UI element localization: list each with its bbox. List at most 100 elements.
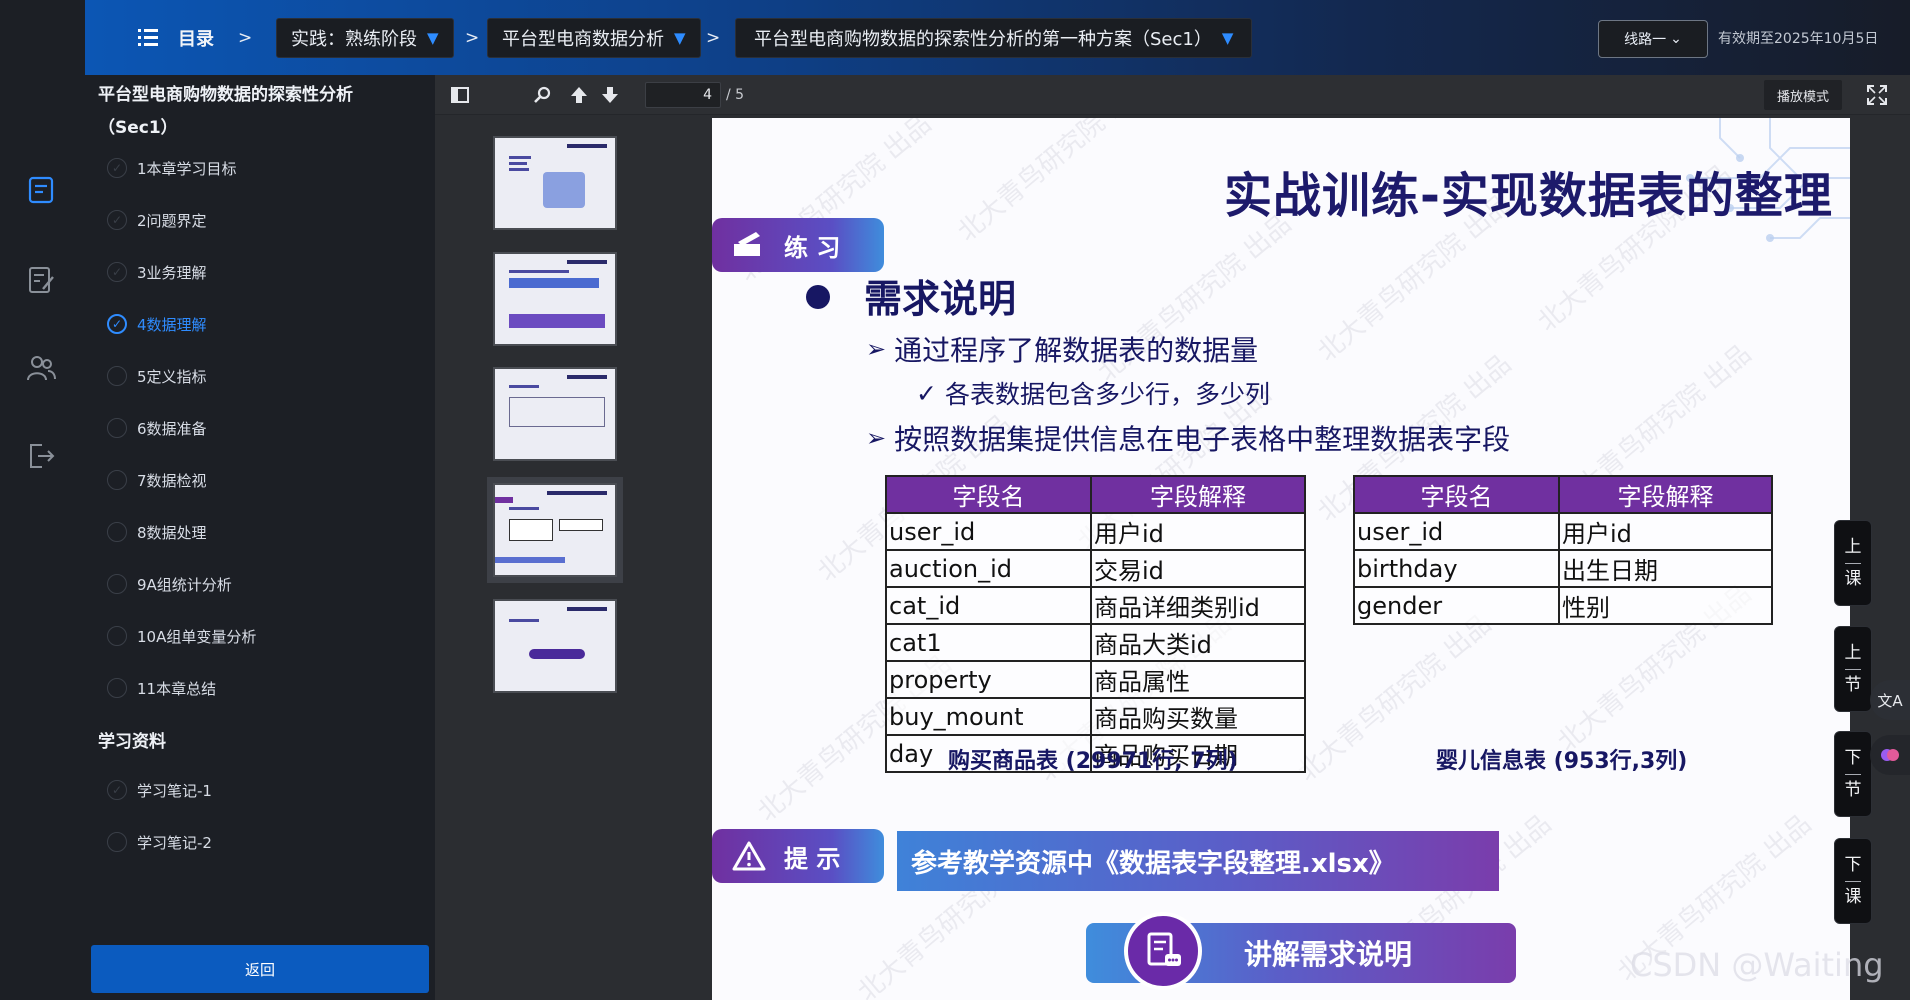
edit-note-icon[interactable] xyxy=(26,265,56,295)
page-number-input[interactable] xyxy=(645,82,721,108)
check-circle-icon: ✓ xyxy=(107,262,127,282)
requirement-title: 需求说明 xyxy=(864,277,1017,321)
page-thumbnail[interactable] xyxy=(493,136,617,230)
chapter-label: 10A组单变量分析 xyxy=(137,627,257,646)
table-cell: 用户id xyxy=(1090,512,1306,551)
pdf-viewer: / 5 播放模式 xyxy=(435,75,1910,1000)
table-row: user_id 用户id xyxy=(885,512,1306,551)
chapter-item[interactable]: ✓ 2问题界定 xyxy=(107,205,207,235)
menu-list-icon[interactable] xyxy=(138,29,158,47)
hint-text: 参考教学资源中《数据表字段整理.xlsx》 xyxy=(897,831,1499,891)
bullet-dot xyxy=(806,285,830,309)
chapter-item[interactable]: 8数据处理 xyxy=(107,517,207,547)
table-header: 字段解释 xyxy=(1558,475,1773,514)
page-thumbnail-current[interactable] xyxy=(487,477,623,583)
document-icon[interactable] xyxy=(26,175,56,205)
check-circle-icon: ✓ xyxy=(107,314,127,334)
table-cell: user_id xyxy=(1353,512,1560,551)
chapter-label: 9A组统计分析 xyxy=(137,575,232,594)
pdf-toolbar: / 5 播放模式 xyxy=(435,75,1910,115)
chapter-item[interactable]: 7数据检视 xyxy=(107,465,207,495)
ai-brain-icon[interactable] xyxy=(1870,735,1910,775)
table-header: 字段名 xyxy=(885,475,1092,514)
chapter-item[interactable]: ✓ 1本章学习目标 xyxy=(107,153,237,183)
table-header: 字段名 xyxy=(1353,475,1560,514)
checkmark-icon: ✓ xyxy=(916,378,937,408)
circle-icon xyxy=(107,418,127,438)
caret-down-icon: ▼ xyxy=(1221,29,1234,47)
table-row: property 商品属性 xyxy=(885,660,1306,699)
breadcrumb-course-dropdown[interactable]: 平台型电商数据分析 ▼ xyxy=(487,18,701,58)
page-thumbnail[interactable] xyxy=(493,252,617,346)
chapter-sidebar: 平台型电商购物数据的探索性分析（Sec1） ✓ 1本章学习目标 ✓ 2问题界定 ✓ 3… xyxy=(85,75,435,1000)
requirement-point: ➢ 按照数据集提供信息在电子表格中整理数据表字段 xyxy=(866,423,1511,456)
arrow-down-icon[interactable] xyxy=(598,83,622,107)
circle-icon xyxy=(107,366,127,386)
chat-document-icon[interactable] xyxy=(1124,912,1202,990)
table-cell: 性别 xyxy=(1558,586,1773,625)
breadcrumb-stage-dropdown[interactable]: 实践：熟练阶段 ▼ xyxy=(276,18,454,58)
chapter-item[interactable]: 5定义指标 xyxy=(107,361,207,391)
breadcrumb-label: 平台型电商购物数据的探索性分析的第一种方案（Sec1） xyxy=(754,29,1212,50)
table-cell: property xyxy=(885,660,1092,699)
route-label: 线路一 xyxy=(1624,32,1667,48)
requirement-subpoint: ✓ 各表数据包含多少行，多少列 xyxy=(916,378,1270,410)
table-row: auction_id 交易id xyxy=(885,549,1306,588)
chapter-item-active[interactable]: ✓ 4数据理解 xyxy=(107,309,207,339)
thumbnail-pane xyxy=(435,115,685,1000)
table-cell: 出生日期 xyxy=(1558,549,1773,588)
page-thumbnail[interactable] xyxy=(493,367,617,461)
chapter-item[interactable]: 9A组统计分析 xyxy=(107,569,232,599)
next-section-button[interactable]: 下节 xyxy=(1834,731,1872,817)
material-item[interactable]: ✓ 学习笔记-1 xyxy=(107,775,212,805)
circle-icon xyxy=(107,832,127,852)
chapter-label: 4数据理解 xyxy=(137,315,207,334)
table-row: cat1 商品大类id xyxy=(885,623,1306,662)
fullscreen-icon[interactable] xyxy=(1865,83,1889,107)
chapter-item[interactable]: 10A组单变量分析 xyxy=(107,621,256,651)
breadcrumb-lesson-dropdown[interactable]: 平台型电商购物数据的探索性分析的第一种方案（Sec1） ▼ xyxy=(735,18,1253,58)
table-cell: 商品大类id xyxy=(1090,623,1306,662)
exit-door-icon[interactable] xyxy=(26,441,56,471)
page-thumbnail[interactable] xyxy=(493,599,617,693)
warning-icon xyxy=(732,841,766,871)
menu-label[interactable]: 目录 xyxy=(178,18,214,58)
table-cell: 交易id xyxy=(1090,549,1306,588)
watermark-text: 北大青鸟研究院 出品 xyxy=(952,118,1158,248)
table-row: buy_mount 商品购买数量 xyxy=(885,697,1306,736)
purchase-fields-table: 字段名 字段解释 user_id 用户id auction_id 交易id cat_… xyxy=(885,475,1306,773)
people-icon[interactable] xyxy=(26,353,56,383)
chapter-item[interactable]: 11本章总结 xyxy=(107,673,216,703)
chevron-down-icon: ⌄ xyxy=(1670,31,1682,47)
material-item[interactable]: 学习笔记-2 xyxy=(107,827,212,857)
left-icon-rail xyxy=(0,75,85,1000)
chapter-label: 6数据准备 xyxy=(137,419,207,438)
play-mode-button[interactable]: 播放模式 xyxy=(1764,80,1842,110)
chapter-item[interactable]: 6数据准备 xyxy=(107,413,207,443)
baby-info-fields-table: 字段名 字段解释 user_id 用户id birthday 出生日期 gender… xyxy=(1353,475,1773,625)
breadcrumb-label: 实践：熟练阶段 xyxy=(291,29,417,50)
top-bar: 目录 > 实践：熟练阶段 ▼ > 平台型电商数据分析 ▼ > 平台型电商购物数据的探… xyxy=(0,0,1910,75)
table-cell: 商品详细类别id xyxy=(1090,586,1306,625)
page-total: / 5 xyxy=(726,87,745,103)
arrow-up-icon[interactable] xyxy=(567,83,591,107)
chapter-label: 7数据检视 xyxy=(137,471,207,490)
back-button[interactable]: 返回 xyxy=(91,945,429,993)
table-cell: birthday xyxy=(1353,549,1560,588)
translate-icon[interactable]: 文A xyxy=(1870,680,1910,720)
next-lesson-button[interactable]: 下课 xyxy=(1834,838,1872,924)
chapter-item[interactable]: ✓ 3业务理解 xyxy=(107,257,207,287)
table-cell: user_id xyxy=(885,512,1092,551)
previous-section-button[interactable]: 上节 xyxy=(1834,626,1872,712)
table-cell: 商品属性 xyxy=(1090,660,1306,699)
csdn-watermark: CSDN @Waiting xyxy=(1630,946,1884,984)
practice-tag: 练 习 xyxy=(712,218,884,272)
material-label: 学习笔记-2 xyxy=(137,833,212,852)
previous-lesson-button[interactable]: 上课 xyxy=(1834,520,1872,606)
search-icon[interactable] xyxy=(531,83,555,107)
table-cell: cat1 xyxy=(885,623,1092,662)
table-row: birthday 出生日期 xyxy=(1353,549,1773,588)
table-caption: 购买商品表 (29971行, 7列) xyxy=(948,749,1238,774)
route-select[interactable]: 线路一 ⌄ xyxy=(1598,20,1708,58)
sidebar-toggle-icon[interactable] xyxy=(448,83,472,107)
